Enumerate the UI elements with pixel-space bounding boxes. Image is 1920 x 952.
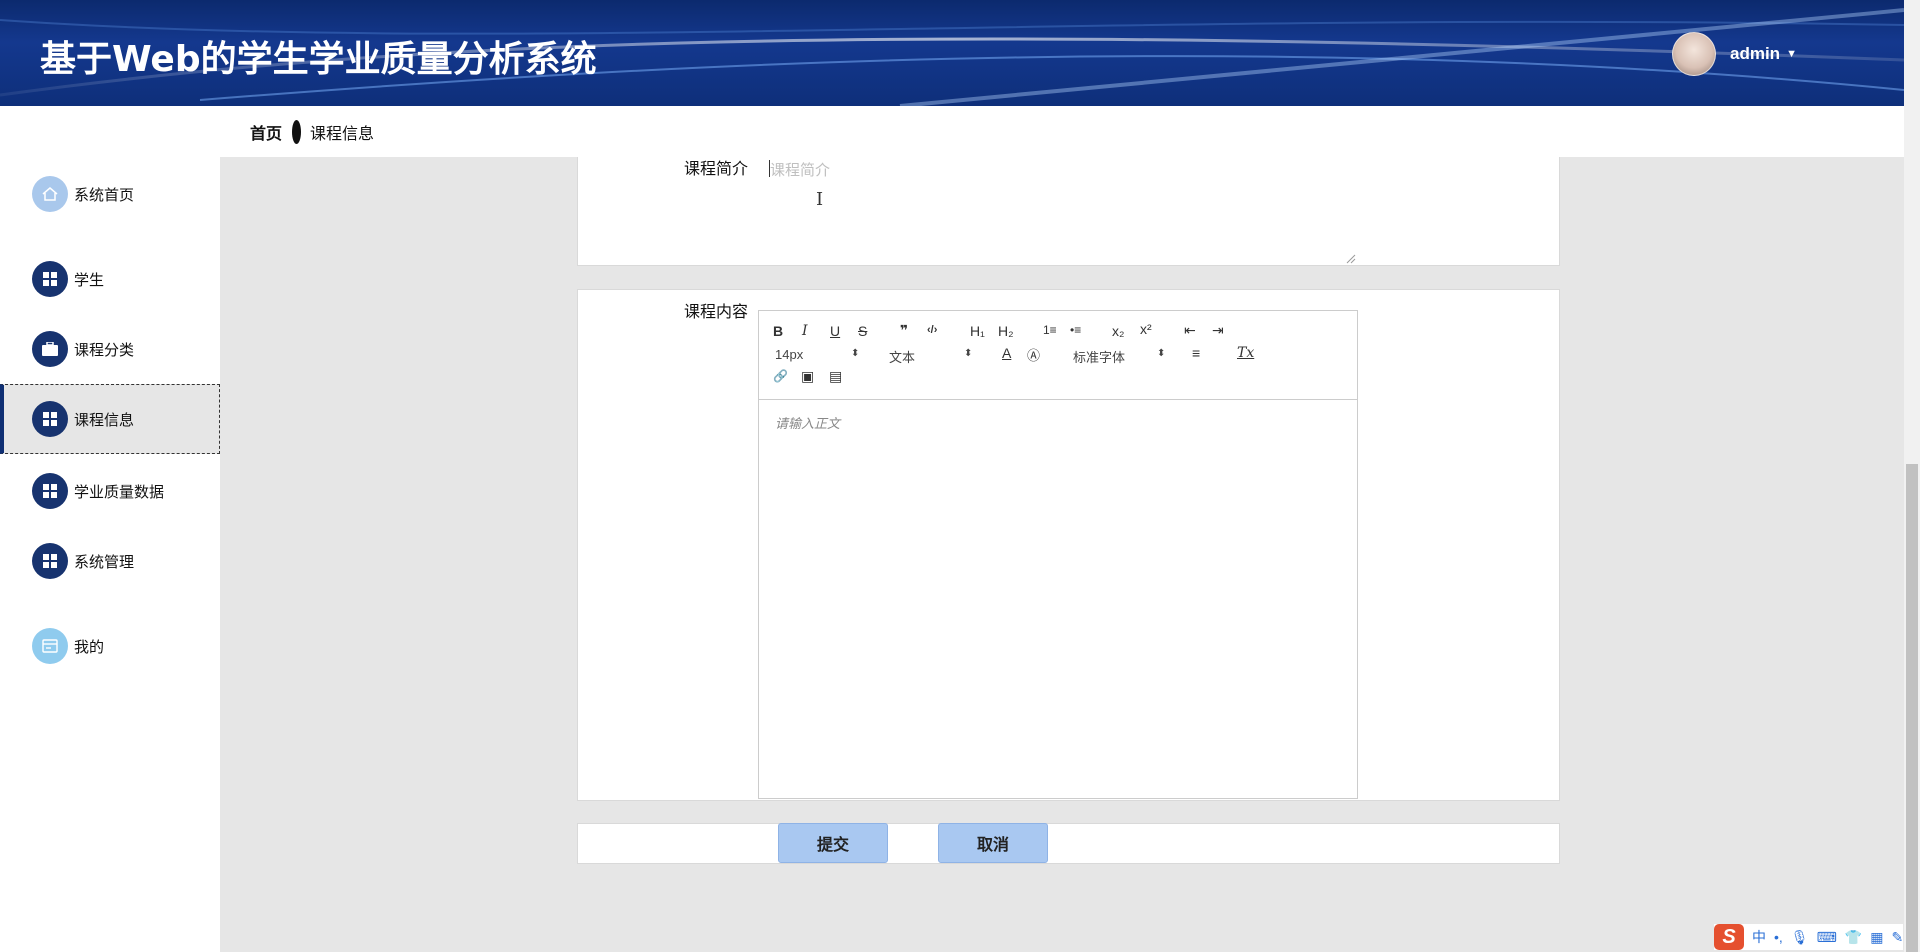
align-left-icon[interactable]: ≡: [1192, 345, 1200, 361]
bullet-list-icon[interactable]: •≡: [1070, 323, 1081, 337]
underline-icon[interactable]: U: [830, 323, 840, 339]
submit-button[interactable]: 提交: [778, 823, 888, 863]
sidebar-item-label: 我的: [74, 638, 105, 656]
chevron-down-icon[interactable]: ▼: [1786, 48, 1797, 60]
background-color-icon[interactable]: Ⓐ: [1027, 345, 1040, 364]
avatar[interactable]: [1672, 32, 1716, 76]
more-icon[interactable]: ✎: [1891, 929, 1903, 946]
editor-toolbar: B I U S ❞ ‹/› H₁ H₂ 1≡ •≡ x₂ x² ⇤ ⇥ 14px…: [759, 311, 1357, 400]
sidebar-item-course-category[interactable]: 课程分类: [0, 314, 220, 384]
sidebar-item-label: 系统首页: [74, 186, 135, 204]
sidebar-item-label: 学业质量数据: [74, 483, 165, 501]
font-size-select[interactable]: 14px: [775, 347, 803, 362]
toolbox-icon[interactable]: ▦: [1870, 929, 1883, 946]
superscript-icon[interactable]: x²: [1140, 321, 1152, 337]
cancel-button[interactable]: 取消: [938, 823, 1048, 863]
sidebar-item-label: 课程分类: [74, 341, 135, 359]
intro-placeholder: 课程简介: [770, 162, 831, 179]
text-caret: [769, 160, 770, 177]
sidebar-item-label: 课程信息: [74, 411, 135, 429]
app-header: 基于Web的学生学业质量分析系统 admin ▼: [0, 0, 1904, 106]
strikethrough-icon[interactable]: S: [858, 323, 867, 339]
sidebar-item-quality-data[interactable]: 学业质量数据: [0, 456, 220, 526]
user-menu[interactable]: admin ▼: [1672, 32, 1797, 76]
ibeam-cursor-icon: I: [816, 189, 824, 210]
code-icon[interactable]: ‹/›: [927, 324, 937, 336]
ime-punctuation-icon[interactable]: •,: [1774, 929, 1783, 945]
italic-icon[interactable]: I: [802, 323, 808, 339]
indent-icon[interactable]: ⇥: [1212, 322, 1224, 339]
text-color-icon[interactable]: A: [1002, 345, 1011, 361]
editor-placeholder[interactable]: 请输入正文: [775, 413, 840, 432]
page-scrollbar[interactable]: [1904, 0, 1920, 952]
intro-label: 课程简介: [684, 161, 749, 178]
heading2-icon[interactable]: H₂: [998, 323, 1014, 339]
breadcrumb-current: 课程信息: [310, 125, 375, 143]
block-format-chevron-icon[interactable]: ⬍: [964, 348, 972, 359]
video-icon[interactable]: ▤: [829, 368, 842, 385]
microphone-icon[interactable]: 🎙: [1791, 929, 1809, 946]
resize-grip-icon[interactable]: [1346, 254, 1356, 264]
font-size-chevron-icon[interactable]: ⬍: [851, 348, 859, 359]
sidebar-item-course-info[interactable]: 课程信息: [0, 384, 220, 454]
image-icon[interactable]: ▣: [801, 368, 814, 385]
bold-icon[interactable]: B: [773, 323, 783, 339]
ime-logo-icon[interactable]: S: [1714, 924, 1744, 950]
sidebar: 系统首页 学生 课程分类 课程信息 学业质量数据 系统管理 我的: [0, 106, 220, 952]
breadcrumb-separator-icon: [292, 119, 302, 144]
sidebar-item-home[interactable]: 系统首页: [0, 159, 220, 229]
grid-icon: [32, 261, 68, 297]
sidebar-item-students[interactable]: 学生: [0, 244, 220, 314]
card-icon: [32, 628, 68, 664]
skin-icon[interactable]: 👕: [1845, 929, 1862, 946]
breadcrumb: 首页 课程信息: [220, 106, 1904, 157]
heading1-icon[interactable]: H₁: [970, 323, 985, 339]
user-name[interactable]: admin: [1730, 44, 1780, 64]
sidebar-item-label: 学生: [74, 271, 105, 289]
scrollbar-thumb[interactable]: [1906, 464, 1918, 952]
briefcase-icon: [32, 331, 68, 367]
ordered-list-icon[interactable]: 1≡: [1043, 323, 1057, 337]
font-family-chevron-icon[interactable]: ⬍: [1157, 348, 1165, 359]
sidebar-item-mine[interactable]: 我的: [0, 611, 220, 681]
keyboard-icon[interactable]: ⌨: [1817, 929, 1837, 946]
outdent-icon[interactable]: ⇤: [1184, 322, 1196, 339]
link-icon[interactable]: 🔗: [773, 369, 788, 383]
ime-language[interactable]: 中: [1752, 927, 1766, 947]
subscript-icon[interactable]: x₂: [1112, 323, 1124, 339]
font-family-select[interactable]: 标准字体: [1073, 347, 1125, 366]
ime-toolbar[interactable]: S 中 •, 🎙 ⌨ 👕 ▦ ✎: [1714, 924, 1904, 950]
breadcrumb-home[interactable]: 首页: [250, 120, 282, 144]
home-icon: [32, 176, 68, 212]
content-label: 课程内容: [684, 304, 749, 321]
grid-icon: [32, 473, 68, 509]
grid-icon: [32, 543, 68, 579]
sidebar-item-system-admin[interactable]: 系统管理: [0, 526, 220, 596]
intro-textarea[interactable]: [768, 157, 1358, 265]
clear-format-icon[interactable]: Tx: [1237, 345, 1254, 361]
grid-icon: [32, 401, 68, 437]
quote-icon[interactable]: ❞: [900, 322, 908, 339]
sidebar-item-label: 系统管理: [74, 553, 135, 571]
app-title: 基于Web的学生学业质量分析系统: [40, 39, 597, 80]
rich-text-editor: B I U S ❞ ‹/› H₁ H₂ 1≡ •≡ x₂ x² ⇤ ⇥ 14px…: [758, 310, 1358, 799]
block-format-select[interactable]: 文本: [889, 347, 915, 366]
actions-panel: [577, 823, 1560, 864]
